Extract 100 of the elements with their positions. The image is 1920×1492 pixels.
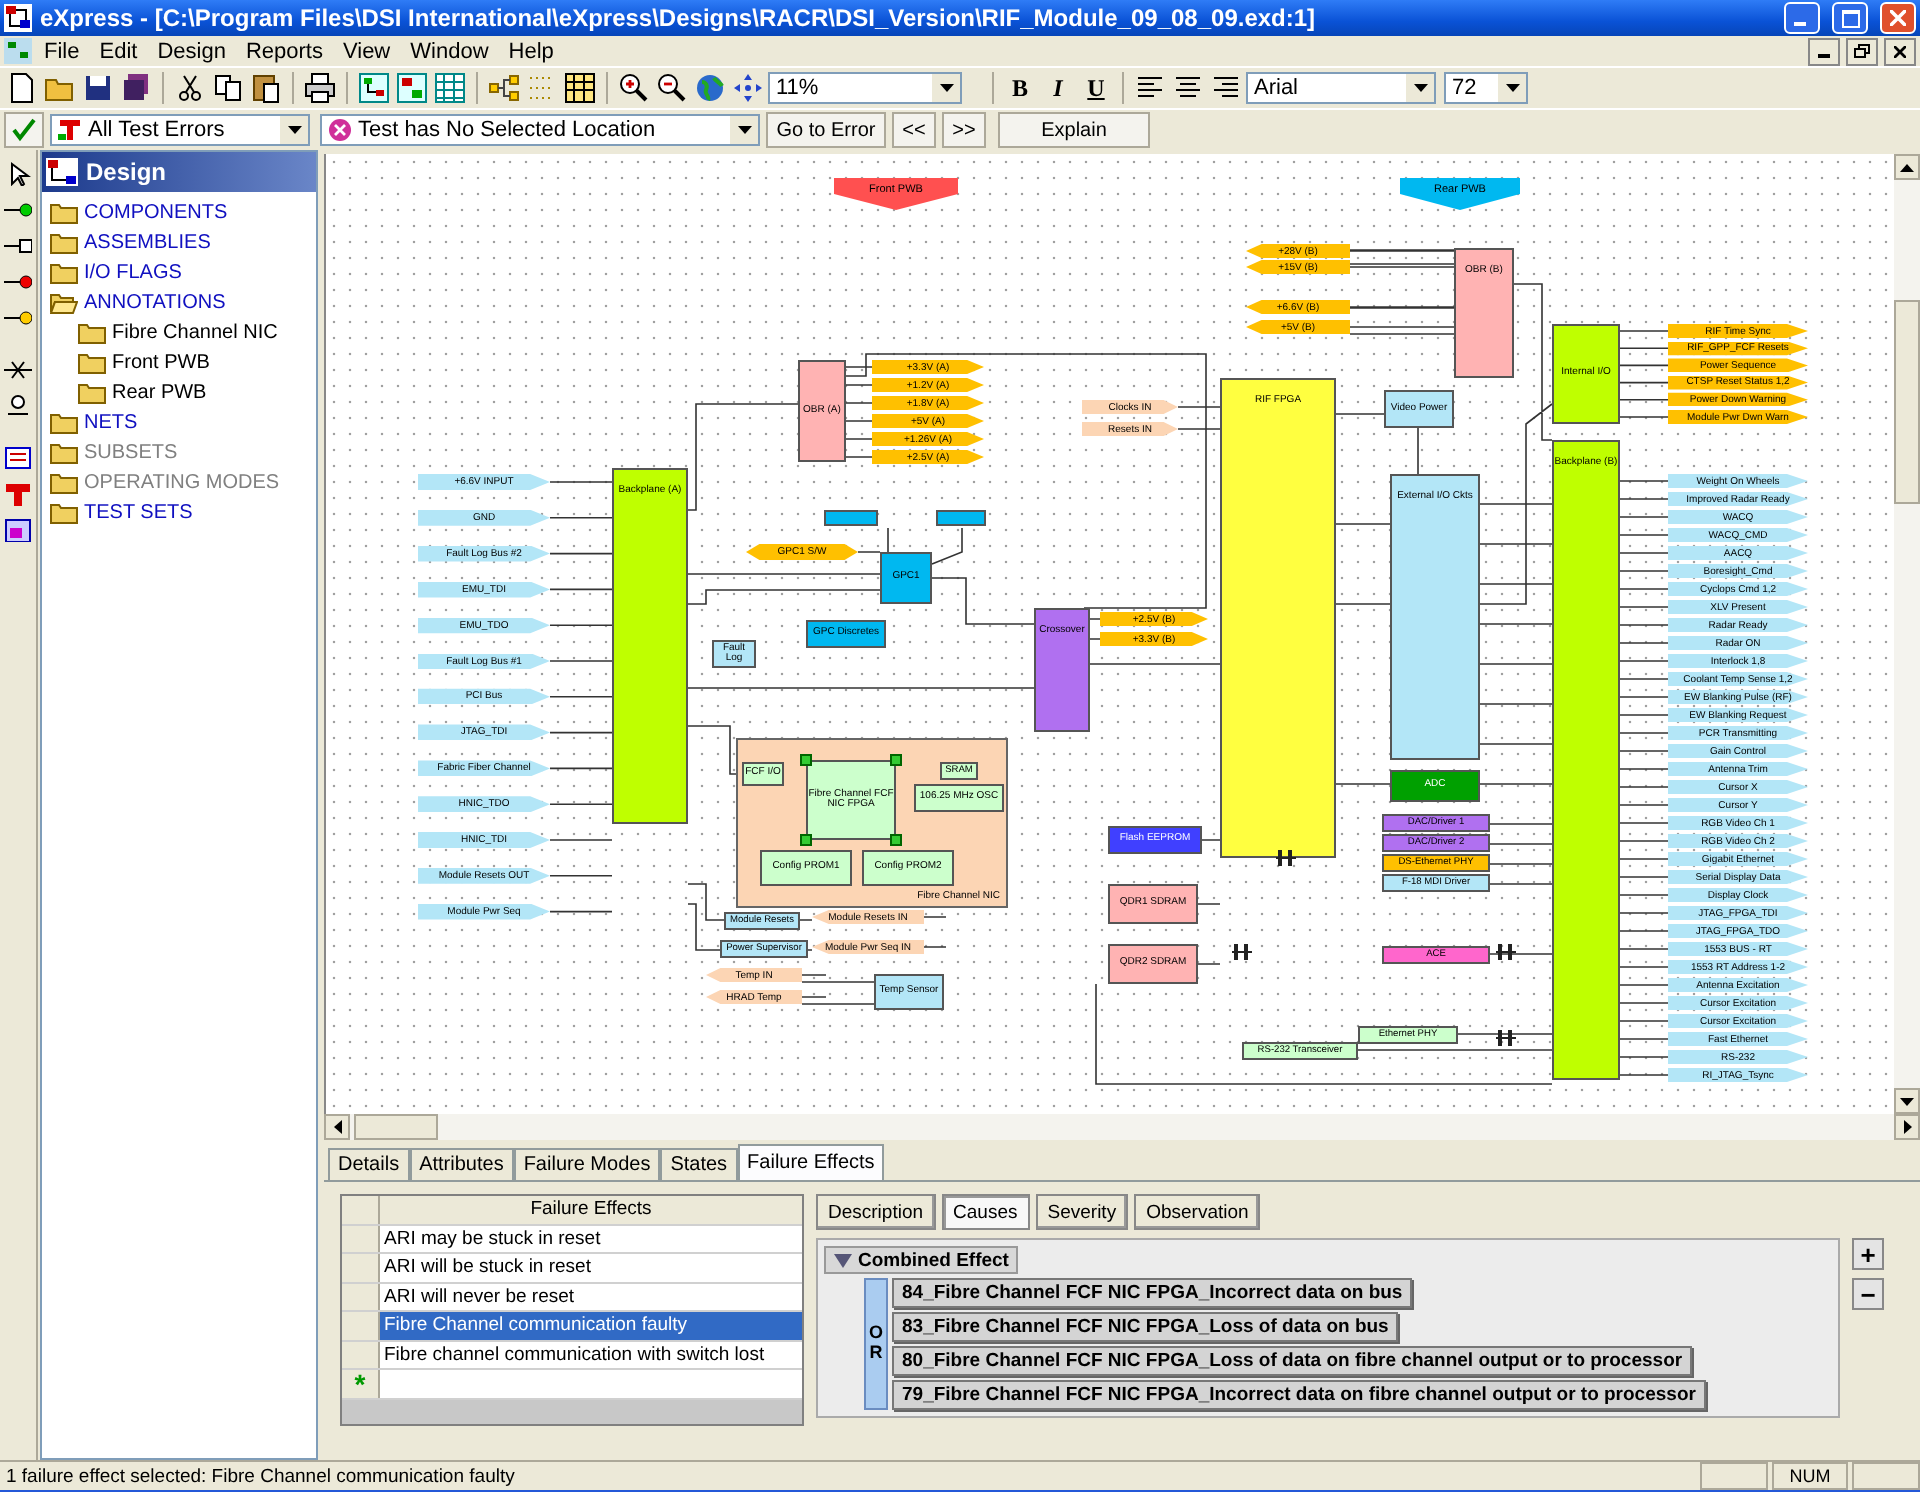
network-icon[interactable] (4, 446, 32, 470)
component-block[interactable] (824, 510, 878, 526)
pin-icon[interactable] (4, 234, 32, 258)
menu-item[interactable]: Reports (237, 39, 331, 63)
check-button[interactable] (4, 112, 44, 148)
vertical-scrollbar[interactable] (1894, 154, 1920, 1114)
save-all-icon[interactable] (118, 70, 154, 106)
cause-item[interactable]: 80_Fibre Channel FCF NIC FPGA_Loss of data on fibre channel output or to processor (892, 1346, 1693, 1376)
tab[interactable]: Observation (1134, 1194, 1261, 1230)
toolbar-button[interactable]: << (892, 112, 936, 148)
tab[interactable]: Failure Effects (737, 1144, 885, 1180)
zoom-in-icon[interactable] (616, 70, 652, 106)
tree-item[interactable]: Front PWB (78, 348, 316, 378)
error-filter-combo[interactable]: All Test Errors (50, 114, 310, 146)
diagram-canvas[interactable] (324, 154, 1894, 1114)
selection-handle[interactable] (890, 834, 902, 846)
menu-item[interactable]: File (36, 39, 88, 63)
menu-item[interactable]: Design (149, 39, 234, 63)
zoom-combo[interactable]: 11% (768, 72, 962, 104)
table-row[interactable]: ARI will be stuck in reset (380, 1254, 802, 1281)
menu-item[interactable]: View (334, 39, 399, 63)
move-icon[interactable] (730, 70, 766, 106)
node-icon[interactable] (4, 394, 32, 418)
pin-icon[interactable] (4, 198, 32, 222)
folder-icon (50, 442, 78, 464)
hierarchy-icon[interactable] (486, 70, 522, 106)
tree-item[interactable]: COMPONENTS (50, 198, 316, 228)
table-row[interactable]: ARI will never be reset (380, 1283, 802, 1310)
tab[interactable]: Severity (1035, 1194, 1129, 1230)
tree-item[interactable]: ASSEMBLIES (50, 228, 316, 258)
tab[interactable]: Attributes (409, 1148, 514, 1180)
scroll-down-icon[interactable] (1894, 1088, 1920, 1114)
scroll-up-icon[interactable] (1894, 154, 1920, 180)
cause-item[interactable]: 83_Fibre Channel FCF NIC FPGA_Loss of data on bus (892, 1312, 1399, 1342)
tab[interactable]: Details (328, 1148, 410, 1180)
selection-handle[interactable] (800, 834, 812, 846)
table-row[interactable]: ARI may be stuck in reset (380, 1225, 802, 1252)
cause-item[interactable]: 84_Fibre Channel FCF NIC FPGA_Incorrect data on bus (892, 1278, 1413, 1308)
toolbar-button[interactable]: Go to Error (766, 112, 886, 148)
italic-button[interactable]: I (1040, 70, 1076, 106)
remove-button[interactable]: − (1852, 1278, 1884, 1310)
bold-button[interactable]: B (1002, 70, 1038, 106)
tree-item[interactable]: ANNOTATIONS (50, 288, 316, 318)
restore-button[interactable] (1846, 37, 1878, 65)
tree-view-icon[interactable] (356, 70, 392, 106)
paste-icon[interactable] (248, 70, 284, 106)
menu-item[interactable]: Help (500, 39, 562, 63)
table-row[interactable]: Fibre channel communication with switch lost (380, 1341, 802, 1368)
tab[interactable]: Description (816, 1194, 936, 1230)
horizontal-scrollbar[interactable] (324, 1114, 1920, 1140)
save-icon[interactable] (80, 70, 116, 106)
test-icon[interactable] (4, 482, 32, 506)
folder-icon (50, 262, 78, 284)
font-combo[interactable]: Arial (1246, 72, 1436, 104)
menu-item[interactable]: Window (402, 39, 497, 63)
new-row-cell[interactable] (380, 1370, 802, 1397)
tree-item[interactable]: NETS (50, 408, 316, 438)
tree-item[interactable]: TEST SETS (50, 498, 316, 528)
location-combo[interactable]: Test has No Selected Location (320, 114, 760, 146)
menu-item[interactable]: Edit (91, 39, 146, 63)
tree-item[interactable]: Fibre Channel NIC (78, 318, 316, 348)
scroll-right-icon[interactable] (1894, 1114, 1920, 1140)
connector-icon (1496, 944, 1516, 960)
tab[interactable]: Causes (941, 1194, 1030, 1230)
zoom-out-icon[interactable] (654, 70, 690, 106)
block-view-icon[interactable] (394, 70, 430, 106)
minimize-button[interactable] (1808, 37, 1840, 65)
combined-effect-node[interactable]: Combined Effect (824, 1246, 1019, 1274)
underline-button[interactable]: U (1078, 70, 1114, 106)
folder-icon (50, 232, 78, 254)
tree-item[interactable]: I/O FLAGS (50, 258, 316, 288)
toolbar-button[interactable]: >> (942, 112, 986, 148)
add-button[interactable]: + (1852, 1238, 1884, 1270)
pin-icon[interactable] (4, 270, 32, 294)
font-size-combo[interactable]: 72 (1444, 72, 1528, 104)
window-title: eXpress - [C:\Program Files\DSI International\eXpress\Designs\RACR\DSI_Version\RIF_Module_09_08_09.exd:1] (40, 4, 1318, 32)
selection-handle[interactable] (890, 754, 902, 766)
tab[interactable]: States (660, 1148, 738, 1180)
cross-marker-icon[interactable] (4, 358, 32, 382)
checkmark-icon (10, 116, 38, 144)
scroll-thumb[interactable] (354, 1114, 438, 1140)
table-row[interactable]: Fibre Channel communication faulty (380, 1312, 802, 1339)
toolbar-button[interactable]: Explain (998, 112, 1150, 148)
scroll-thumb[interactable] (1894, 300, 1920, 504)
folder-icon (50, 412, 78, 434)
pin-icon[interactable] (4, 306, 32, 330)
panel-icon[interactable] (4, 518, 32, 542)
tab[interactable]: Failure Modes (513, 1148, 661, 1180)
selection-handle[interactable] (800, 754, 812, 766)
table-icon[interactable] (432, 70, 468, 106)
component-block[interactable] (936, 510, 986, 526)
globe-icon[interactable] (692, 70, 728, 106)
tree-item[interactable]: Rear PWB (78, 378, 316, 408)
print-icon[interactable] (302, 70, 338, 106)
scroll-left-icon[interactable] (324, 1114, 350, 1140)
close-button[interactable] (1884, 37, 1916, 65)
spreadsheet-icon[interactable] (562, 70, 598, 106)
copy-icon[interactable] (210, 70, 246, 106)
maximize-button[interactable] (1832, 2, 1868, 34)
cause-item[interactable]: 79_Fibre Channel FCF NIC FPGA_Incorrect data on fibre channel output or to processor (892, 1380, 1706, 1410)
